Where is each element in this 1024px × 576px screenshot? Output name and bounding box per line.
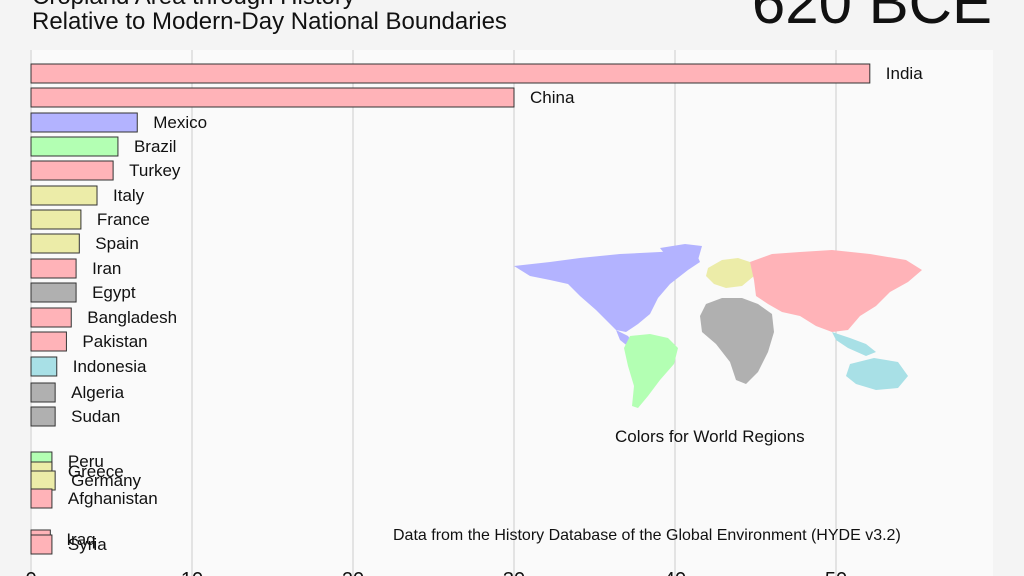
bar-germany <box>30 470 56 491</box>
bar-label-bangladesh: Bangladesh <box>87 308 177 327</box>
bar-label-italy: Italy <box>113 186 145 205</box>
bar-label-indonesia: Indonesia <box>73 357 147 376</box>
bar-brazil <box>30 136 119 157</box>
bar-india <box>30 63 871 84</box>
bar-turkey <box>30 160 114 181</box>
bar-label-germany: Germany <box>71 471 141 490</box>
bar-label-india: India <box>886 64 923 83</box>
africa-shape <box>700 298 774 384</box>
southeast-asia-shape <box>832 332 876 356</box>
bar-label-turkey: Turkey <box>129 161 181 180</box>
bar-spain <box>30 233 80 254</box>
bar-sudan <box>30 406 56 427</box>
europe-shape <box>706 258 754 288</box>
bar-mexico <box>30 112 138 133</box>
map-caption: Colors for World Regions <box>615 427 805 446</box>
bar-label-pakistan: Pakistan <box>82 332 147 351</box>
bar-label-syria: Syria <box>68 535 107 554</box>
bar-italy <box>30 185 98 206</box>
x-tick-label: 30 <box>503 569 525 576</box>
x-tick-label: 10 <box>181 569 203 576</box>
bar-indonesia <box>30 356 58 377</box>
bar-bangladesh <box>30 307 72 328</box>
bar-label-iran: Iran <box>92 259 121 278</box>
bar-syria <box>30 534 53 555</box>
bar-label-china: China <box>530 88 575 107</box>
asia-shape <box>750 250 922 332</box>
bar-label-afghanistan: Afghanistan <box>68 489 158 508</box>
bar-label-france: France <box>97 210 150 229</box>
bar-afghanistan <box>30 488 53 509</box>
x-tick-label: 20 <box>342 569 364 576</box>
data-source-note: Data from the History Database of the Gl… <box>393 527 901 544</box>
world-regions-map <box>510 240 930 420</box>
bar-france <box>30 209 82 230</box>
bar-china <box>30 87 515 108</box>
bar-algeria <box>30 382 56 403</box>
chart-subtitle: Relative to Modern-Day National Boundari… <box>32 8 507 35</box>
bar-label-egypt: Egypt <box>92 283 136 302</box>
x-tick-label: 50 <box>825 569 847 576</box>
year-label: 620 BCE <box>751 0 992 36</box>
bar-label-mexico: Mexico <box>153 113 207 132</box>
x-tick-label: 0 <box>25 569 36 576</box>
bar-pakistan <box>30 331 67 352</box>
bar-label-algeria: Algeria <box>71 383 124 402</box>
bar-egypt <box>30 282 77 303</box>
bar-label-sudan: Sudan <box>71 407 120 426</box>
bar-label-spain: Spain <box>95 234 138 253</box>
bar-iran <box>30 258 77 279</box>
south-america-shape <box>624 334 678 408</box>
australia-shape <box>846 358 908 390</box>
bar-label-brazil: Brazil <box>134 137 177 156</box>
x-tick-label: 40 <box>664 569 686 576</box>
north-america-shape <box>514 250 700 332</box>
